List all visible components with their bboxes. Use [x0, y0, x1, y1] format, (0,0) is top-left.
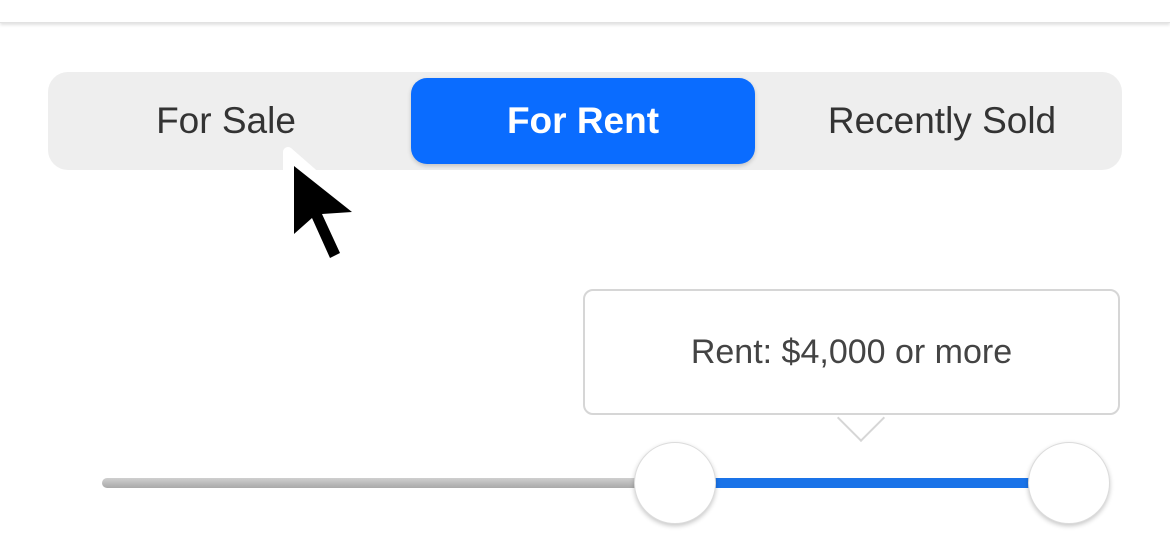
tab-for-rent[interactable]: For Rent [411, 78, 755, 164]
tab-recently-sold[interactable]: Recently Sold [762, 72, 1122, 170]
mouse-pointer-icon [283, 147, 371, 275]
price-slider-selected-range [675, 478, 1069, 488]
listing-type-segmented-control: For Sale For Rent Recently Sold [48, 72, 1122, 170]
price-slider-max-handle[interactable] [1028, 442, 1110, 524]
price-tooltip: Rent: $4,000 or more [583, 289, 1120, 415]
price-tooltip-text: Rent: $4,000 or more [690, 332, 1013, 371]
price-slider-min-handle[interactable] [634, 442, 717, 524]
header-edge [0, 0, 1170, 23]
